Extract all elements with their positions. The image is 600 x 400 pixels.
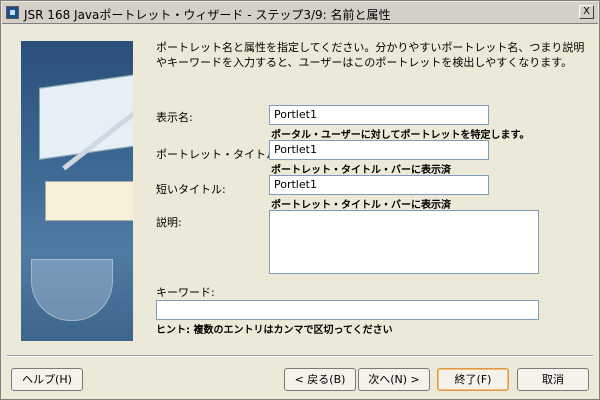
app-icon	[6, 6, 19, 19]
short-title-field[interactable]: Portlet1	[269, 175, 489, 195]
short-title-label: 短いタイトル:	[156, 183, 226, 196]
cancel-button[interactable]: 取消	[517, 368, 589, 391]
keywords-hint: ヒント: 複数のエントリはカンマで区切ってください	[156, 325, 393, 336]
wizard-window: JSR 168 Javaポートレット・ウィザード - ステップ3/9: 名前と属…	[0, 0, 600, 400]
window-title: JSR 168 Javaポートレット・ウィザード - ステップ3/9: 名前と属…	[24, 8, 391, 22]
back-button[interactable]: < 戻る(B)	[284, 368, 356, 391]
button-separator	[7, 355, 593, 357]
portlet-title-hint: ポートレット・タイトル・バーに表示済	[271, 165, 451, 176]
portlet-title-label: ポートレット・タイトル:	[156, 148, 281, 161]
display-name-hint: ポータル・ユーザーに対してポートレットを特定します。	[271, 130, 530, 141]
short-title-hint: ポートレット・タイトル・バーに表示済	[271, 200, 451, 211]
display-name-field[interactable]: Portlet1	[269, 105, 489, 125]
description-textarea[interactable]	[269, 210, 539, 274]
portlet-title-field[interactable]: Portlet1	[269, 140, 489, 160]
intro-text: ポートレット名と属性を指定してください。分かりやすいポートレット名、つまり説明や…	[156, 41, 585, 69]
help-button[interactable]: ヘルプ(H)	[11, 368, 83, 391]
illustration-cup	[31, 259, 113, 321]
finish-button[interactable]: 終了(F)	[437, 368, 509, 391]
next-button[interactable]: 次へ(N) >	[358, 368, 430, 391]
keywords-field[interactable]	[156, 300, 539, 320]
close-button[interactable]: X	[579, 5, 594, 19]
description-label: 説明:	[156, 216, 182, 229]
illustration-dialog	[45, 181, 133, 221]
display-name-label: 表示名:	[156, 111, 193, 124]
keywords-label: キーワード:	[156, 286, 215, 299]
wizard-illustration	[21, 41, 133, 341]
title-bar: JSR 168 Javaポートレット・ウィザード - ステップ3/9: 名前と属…	[2, 2, 598, 24]
